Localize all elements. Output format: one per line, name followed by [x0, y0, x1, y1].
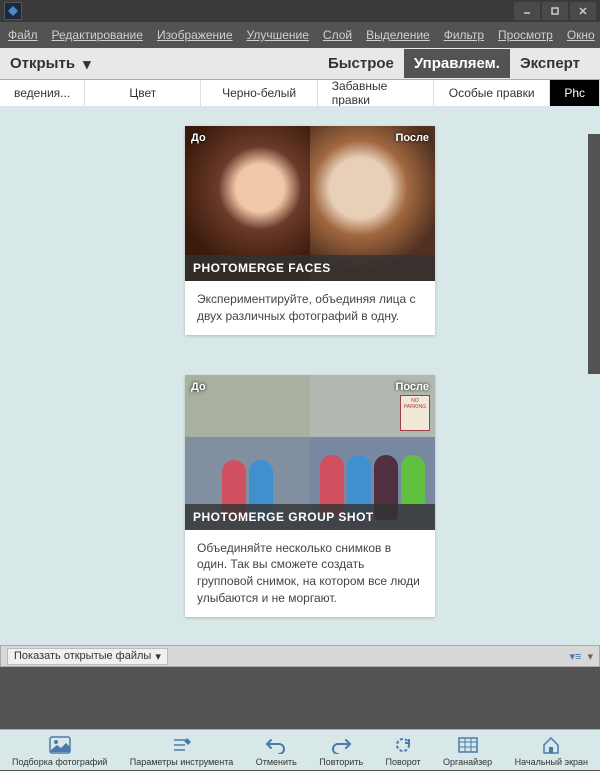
collapse-icon[interactable]: ▾: [587, 650, 593, 663]
subtab-photomerge[interactable]: Phc: [550, 80, 600, 106]
label-before: До: [191, 132, 206, 144]
scrollbar-placeholder[interactable]: [588, 134, 600, 374]
bottombar: Показать открытые файлы ▾ ▾≡ ▾: [0, 645, 600, 667]
tool-options-icon: [170, 734, 194, 756]
card-title: PHOTOMERGE GROUP SHOT: [193, 510, 427, 524]
tab-quick[interactable]: Быстрое: [318, 49, 404, 78]
panel-area: [0, 667, 600, 729]
card-description: Объединяйте несколько снимков в один. Та…: [185, 530, 435, 617]
subtab-fun[interactable]: Забавные правки: [318, 80, 434, 106]
open-button[interactable]: Открыть ▾: [10, 55, 91, 73]
home-icon: [539, 734, 563, 756]
menubar: Файл Редактирование Изображение Улучшени…: [0, 22, 600, 48]
view-options-icon[interactable]: ▾≡: [570, 650, 582, 663]
photo-bin-icon: [48, 734, 72, 756]
subtab-special[interactable]: Особые правки: [434, 80, 550, 106]
menu-enhance[interactable]: Улучшение: [247, 28, 309, 42]
titlebar: [0, 0, 600, 22]
card-photomerge-faces[interactable]: До После PHOTOMERGE FACES Экспериментиру…: [185, 126, 435, 335]
subtab-color[interactable]: Цвет: [85, 80, 201, 106]
tool-organizer[interactable]: Органайзер: [439, 734, 496, 767]
menu-image[interactable]: Изображение: [157, 28, 233, 42]
menu-edit[interactable]: Редактирование: [52, 28, 143, 42]
show-open-files-select[interactable]: Показать открытые файлы ▾: [7, 648, 168, 665]
tab-guided[interactable]: Управляем.: [404, 49, 510, 78]
card-description: Экспериментируйте, объединяя лица с двух…: [185, 281, 435, 335]
tool-home[interactable]: Начальный экран: [511, 734, 592, 767]
label-after: После: [395, 132, 429, 144]
tool-photo-bin[interactable]: Подборка фотографий: [8, 734, 111, 767]
card-image: NOPARKING До После PHOTOMERGE GROUP SHOT: [185, 375, 435, 530]
tool-rotate[interactable]: Поворот: [382, 734, 425, 767]
chevron-down-icon: ▾: [155, 650, 161, 663]
menu-filter[interactable]: Фильтр: [444, 28, 484, 42]
label-after: После: [395, 381, 429, 393]
menu-window[interactable]: Окно: [567, 28, 595, 42]
tool-redo[interactable]: Повторить: [315, 734, 367, 767]
menu-view[interactable]: Просмотр: [498, 28, 553, 42]
undo-icon: [264, 734, 288, 756]
organizer-icon: [456, 734, 480, 756]
menu-layer[interactable]: Слой: [323, 28, 352, 42]
minimize-button[interactable]: [514, 2, 540, 20]
close-button[interactable]: [570, 2, 596, 20]
tab-expert[interactable]: Эксперт: [510, 49, 590, 78]
subtab-intro[interactable]: ведения...: [0, 80, 85, 106]
app-icon: [4, 2, 22, 20]
menu-select[interactable]: Выделение: [366, 28, 430, 42]
no-parking-sign: NOPARKING: [400, 395, 430, 431]
tool-undo[interactable]: Отменить: [252, 734, 301, 767]
maximize-button[interactable]: [542, 2, 568, 20]
card-photomerge-group[interactable]: NOPARKING До После PHOTOMERGE GROUP SHOT…: [185, 375, 435, 617]
card-image: До После PHOTOMERGE FACES: [185, 126, 435, 281]
bottom-toolbar: Подборка фотографий Параметры инструмент…: [0, 729, 600, 770]
subtab-bw[interactable]: Черно-белый: [201, 80, 317, 106]
tool-options[interactable]: Параметры инструмента: [126, 734, 238, 767]
chevron-down-icon: ▾: [83, 55, 91, 73]
content-area: До После PHOTOMERGE FACES Экспериментиру…: [0, 106, 600, 645]
modebar: Открыть ▾ Быстрое Управляем. Эксперт: [0, 48, 600, 80]
rotate-icon: [391, 734, 415, 756]
redo-icon: [329, 734, 353, 756]
menu-file[interactable]: Файл: [8, 28, 38, 42]
card-title: PHOTOMERGE FACES: [193, 261, 427, 275]
label-before: До: [191, 381, 206, 393]
subtabs: ведения... Цвет Черно-белый Забавные пра…: [0, 80, 600, 106]
